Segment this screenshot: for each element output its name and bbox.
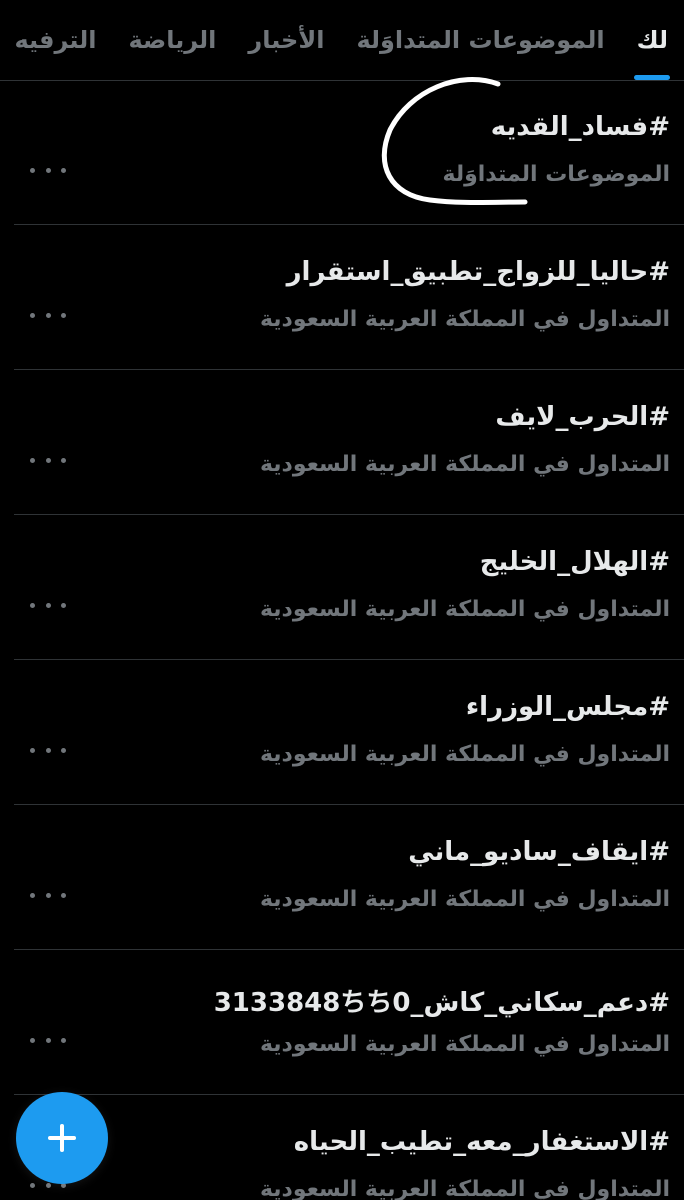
tab-label: لك <box>636 26 668 54</box>
tab-label: الموضوعات المتداوَلة <box>356 26 605 54</box>
more-horizontal-icon[interactable] <box>30 885 66 905</box>
trend-item[interactable]: #ايقاف_ساديو_ماني المتداول في المملكة ال… <box>14 805 684 950</box>
trend-context: المتداول في المملكة العربية السعودية <box>259 307 670 332</box>
more-horizontal-icon[interactable] <box>30 740 66 760</box>
compose-button[interactable] <box>16 1092 108 1184</box>
tab-list: لك الموضوعات المتداوَلة الأخبار الرياضة … <box>0 0 684 80</box>
trend-item[interactable]: #الحرب_لايف المتداول في المملكة العربية … <box>14 370 684 515</box>
tab-news[interactable]: الأخبار <box>232 0 340 80</box>
more-horizontal-icon[interactable] <box>30 160 66 180</box>
trend-item[interactable]: #الاستغفار_معه_تطيب_الحياه المتداول في ا… <box>14 1095 684 1200</box>
tab-entertainment[interactable]: الترفيه <box>0 0 112 80</box>
trend-context: المتداول في المملكة العربية السعودية <box>259 887 670 912</box>
tab-label: الترفيه <box>14 26 97 54</box>
tab-label: الرياضة <box>128 26 217 54</box>
trend-item[interactable]: #حاليا_للزواج_تطبيق_استقرار المتداول في … <box>14 225 684 370</box>
more-horizontal-icon[interactable] <box>30 595 66 615</box>
trend-item[interactable]: #دعم_سكاني_كاش_3133848ちち0 المتداول في ال… <box>14 950 684 1095</box>
trend-hashtag: #ايقاف_ساديو_ماني <box>408 837 670 867</box>
trend-item[interactable]: #الهلال_الخليج المتداول في المملكة العرب… <box>14 515 684 660</box>
trends-list: #فساد_القديه الموضوعات المتداوَلة #حاليا… <box>14 80 684 1200</box>
trend-item[interactable]: #فساد_القديه الموضوعات المتداوَلة <box>14 80 684 225</box>
trend-hashtag: #دعم_سكاني_كاش_3133848ちち0 <box>213 988 670 1018</box>
trend-context: المتداول في المملكة العربية السعودية <box>259 1032 670 1057</box>
trend-context: المتداول في المملكة العربية السعودية <box>259 597 670 622</box>
trend-context: المتداول في المملكة العربية السعودية <box>259 452 670 477</box>
tab-sports[interactable]: الرياضة <box>112 0 232 80</box>
trend-context: المتداول في المملكة العربية السعودية <box>259 1177 670 1200</box>
more-horizontal-icon[interactable] <box>30 450 66 470</box>
more-horizontal-icon[interactable] <box>30 1030 66 1050</box>
trend-hashtag: #حاليا_للزواج_تطبيق_استقرار <box>286 257 670 287</box>
hand-drawn-annotation <box>381 77 528 205</box>
trend-hashtag: #الحرب_لايف <box>495 402 670 432</box>
plus-icon <box>48 1124 76 1152</box>
trend-hashtag: #الاستغفار_معه_تطيب_الحياه <box>293 1127 670 1157</box>
explore-tab-bar: لك الموضوعات المتداوَلة الأخبار الرياضة … <box>0 0 684 81</box>
trend-hashtag: #مجلس_الوزراء <box>465 692 670 722</box>
trend-context: المتداول في المملكة العربية السعودية <box>259 742 670 767</box>
trend-item[interactable]: #مجلس_الوزراء المتداول في المملكة العربي… <box>14 660 684 805</box>
more-horizontal-icon[interactable] <box>30 305 66 325</box>
tab-trending[interactable]: الموضوعات المتداوَلة <box>340 0 620 80</box>
tab-for-you[interactable]: لك <box>621 0 684 80</box>
trend-hashtag: #الهلال_الخليج <box>479 547 670 577</box>
tab-label: الأخبار <box>248 26 325 54</box>
